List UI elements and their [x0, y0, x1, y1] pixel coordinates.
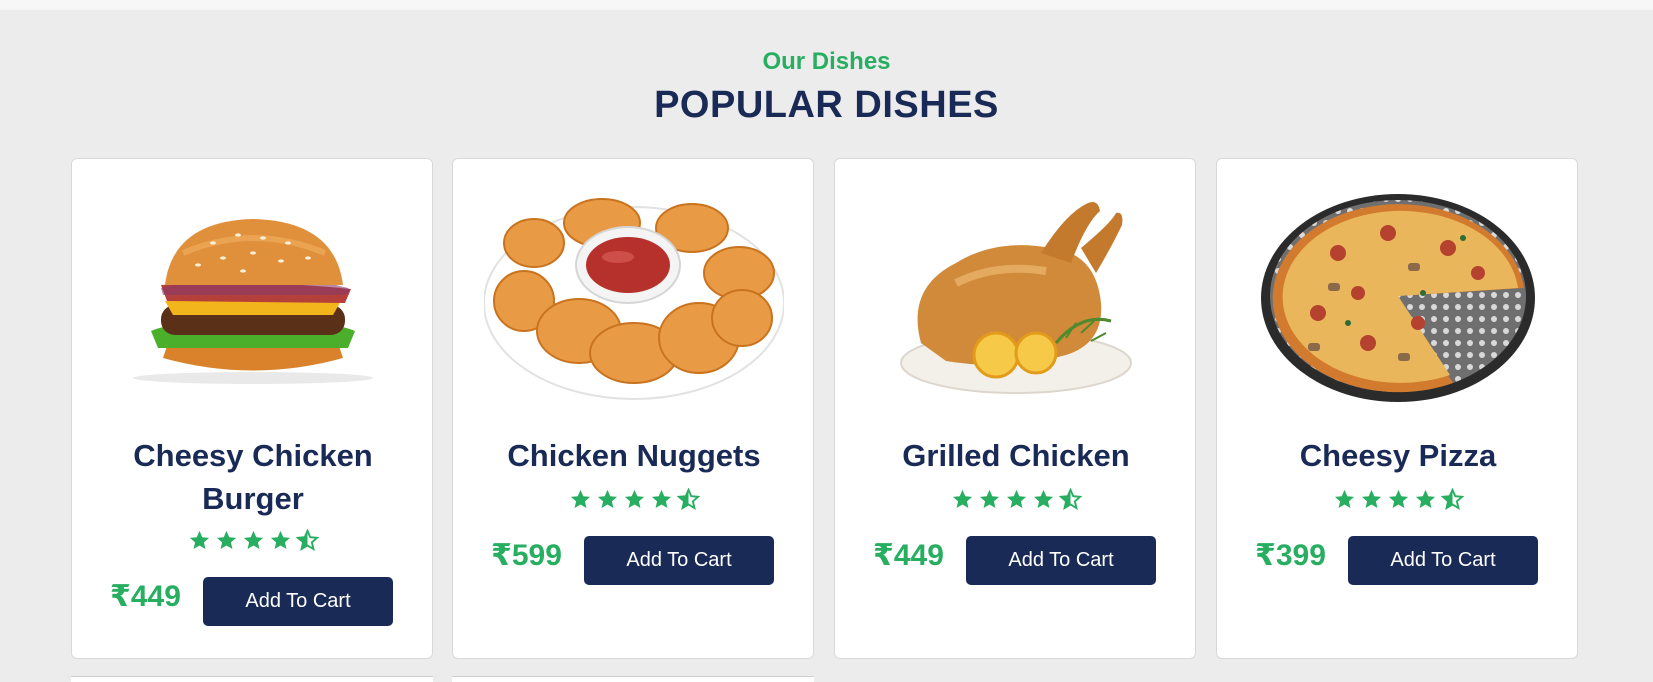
- rating-stars: [453, 487, 815, 514]
- star-icon: [1334, 489, 1354, 509]
- dish-price: ₹449: [110, 580, 181, 613]
- dish-price: ₹599: [491, 539, 562, 572]
- grilled-chicken-image: [866, 193, 1166, 403]
- star-icon: [243, 530, 263, 550]
- dish-name: Cheesy Chicken Burger: [133, 438, 373, 516]
- star-icon: [952, 489, 972, 509]
- star-half-icon: [295, 528, 319, 552]
- star-icon: [1415, 489, 1435, 509]
- star-icon: [1361, 489, 1381, 509]
- section-subtitle: Our Dishes: [762, 48, 891, 75]
- dish-card: Cheesy Chicken Burger ₹449 Add To Cart: [71, 158, 433, 659]
- rating-stars: [835, 487, 1197, 514]
- nuggets-image: [484, 193, 784, 403]
- star-icon: [1006, 489, 1026, 509]
- star-icon: [216, 530, 236, 550]
- add-to-cart-button[interactable]: Add To Cart: [1348, 536, 1538, 585]
- dish-card: Grilled Chicken ₹449 Add To Cart: [834, 158, 1196, 659]
- add-to-cart-button[interactable]: Add To Cart: [966, 536, 1156, 585]
- next-row-card-edge: [452, 676, 814, 682]
- star-icon: [270, 530, 290, 550]
- rating-stars: [72, 528, 434, 555]
- star-half-icon: [1058, 487, 1082, 511]
- star-half-icon: [676, 487, 700, 511]
- top-bar: [0, 0, 1653, 10]
- pizza-image: [1248, 193, 1548, 403]
- star-icon: [651, 489, 671, 509]
- dish-name: Chicken Nuggets: [507, 438, 761, 473]
- dish-name: Cheesy Pizza: [1299, 438, 1497, 473]
- star-icon: [1033, 489, 1053, 509]
- add-to-cart-button[interactable]: Add To Cart: [584, 536, 774, 585]
- next-row-card-edge: [71, 676, 433, 682]
- star-icon: [624, 489, 644, 509]
- star-icon: [570, 489, 590, 509]
- section-title: POPULAR DISHES: [654, 84, 999, 126]
- dish-card: Chicken Nuggets ₹599 Add To Cart: [452, 158, 814, 659]
- star-icon: [597, 489, 617, 509]
- rating-stars: [1217, 487, 1579, 514]
- dish-name: Grilled Chicken: [902, 438, 1130, 473]
- star-icon: [979, 489, 999, 509]
- dish-price: ₹399: [1255, 539, 1326, 572]
- add-to-cart-button[interactable]: Add To Cart: [203, 577, 393, 626]
- burger-image: [103, 193, 403, 403]
- star-icon: [189, 530, 209, 550]
- dish-price: ₹449: [873, 539, 944, 572]
- star-icon: [1388, 489, 1408, 509]
- dish-card: Cheesy Pizza ₹399 Add To Cart: [1216, 158, 1578, 659]
- star-half-icon: [1440, 487, 1464, 511]
